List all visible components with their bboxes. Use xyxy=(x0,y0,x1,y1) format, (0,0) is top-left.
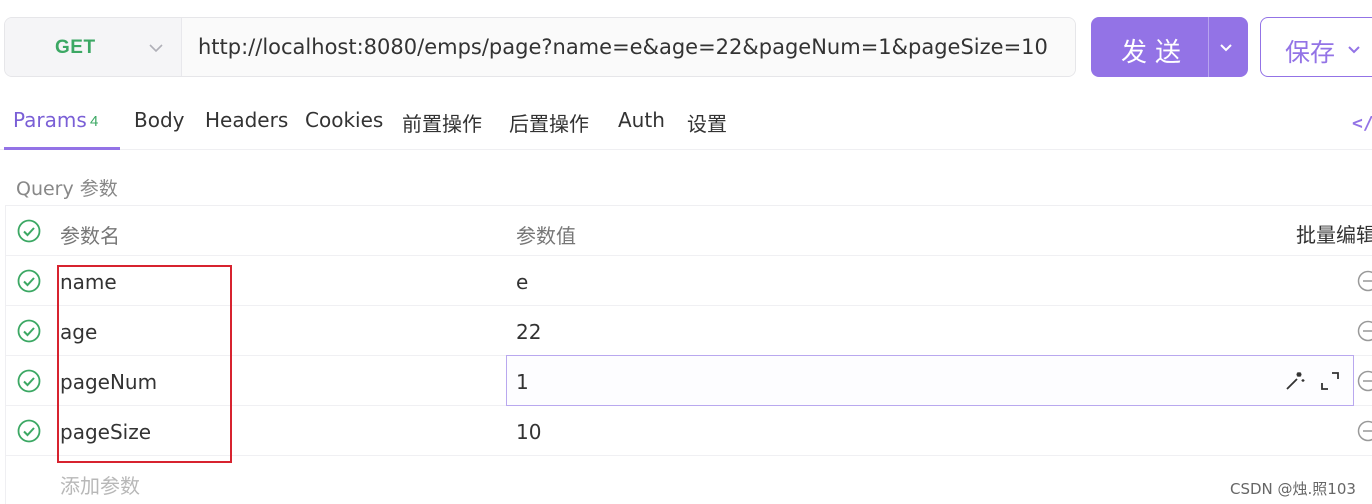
divider xyxy=(1208,17,1209,77)
active-tab-indicator xyxy=(4,147,120,150)
chevron-down-icon xyxy=(149,44,163,53)
tab-pre-processors[interactable]: 前置操作 xyxy=(402,108,482,137)
tab-post-processors[interactable]: 后置操作 xyxy=(509,108,589,137)
check-icon[interactable] xyxy=(17,319,41,343)
remove-icon[interactable] xyxy=(1357,370,1372,392)
expand-icon[interactable] xyxy=(1319,370,1341,392)
tab-cookies[interactable]: Cookies xyxy=(305,108,383,132)
watermark: CSDN @烛.照103 xyxy=(1230,480,1356,498)
check-icon[interactable] xyxy=(17,269,41,293)
add-param-row: 添加参数 xyxy=(6,456,1372,504)
param-value[interactable]: 22 xyxy=(516,320,541,344)
add-param-input[interactable]: 添加参数 xyxy=(60,470,140,499)
bulk-edit-link[interactable]: 批量编辑 xyxy=(1296,219,1372,248)
magic-wand-icon[interactable] xyxy=(1284,370,1306,392)
url-input[interactable] xyxy=(183,18,1075,76)
method-select[interactable]: GET xyxy=(5,18,181,76)
column-header-value: 参数值 xyxy=(516,224,576,248)
param-value[interactable]: 10 xyxy=(516,420,541,444)
chevron-down-icon[interactable] xyxy=(1217,38,1235,56)
send-button[interactable]: 发送 xyxy=(1091,17,1248,77)
table-header: 参数名 参数值 批量编辑 xyxy=(6,206,1372,256)
send-label: 发送 xyxy=(1121,38,1190,68)
request-tabs: Params 4 Body Headers Cookies 前置操作 后置操作 … xyxy=(0,90,1372,150)
method-label: GET xyxy=(55,37,96,58)
request-bar: GET xyxy=(4,17,1076,77)
column-header-name: 参数名 xyxy=(60,224,120,248)
tab-auth[interactable]: Auth xyxy=(618,108,665,132)
divider xyxy=(181,18,182,76)
param-value[interactable]: e xyxy=(516,270,528,294)
remove-icon[interactable] xyxy=(1357,420,1372,442)
tab-body[interactable]: Body xyxy=(134,108,185,132)
remove-icon[interactable] xyxy=(1357,320,1372,342)
value-editor-focused[interactable] xyxy=(506,355,1354,406)
chevron-down-icon[interactable] xyxy=(1345,40,1363,58)
param-value[interactable]: 1 xyxy=(516,370,529,394)
tab-settings[interactable]: 设置 xyxy=(687,108,727,137)
remove-icon[interactable] xyxy=(1357,270,1372,292)
params-count-badge: 4 xyxy=(90,113,99,130)
code-icon[interactable]: </> xyxy=(1352,113,1372,134)
annotation-highlight-box xyxy=(57,265,232,463)
check-icon[interactable] xyxy=(17,419,41,443)
save-button[interactable]: 保存 xyxy=(1260,17,1372,77)
tab-params[interactable]: Params xyxy=(13,108,87,132)
check-all-icon[interactable] xyxy=(17,219,41,243)
tab-headers[interactable]: Headers xyxy=(205,108,288,132)
save-label: 保存 xyxy=(1285,38,1336,67)
check-icon[interactable] xyxy=(17,369,41,393)
section-title: Query 参数 xyxy=(16,178,118,200)
